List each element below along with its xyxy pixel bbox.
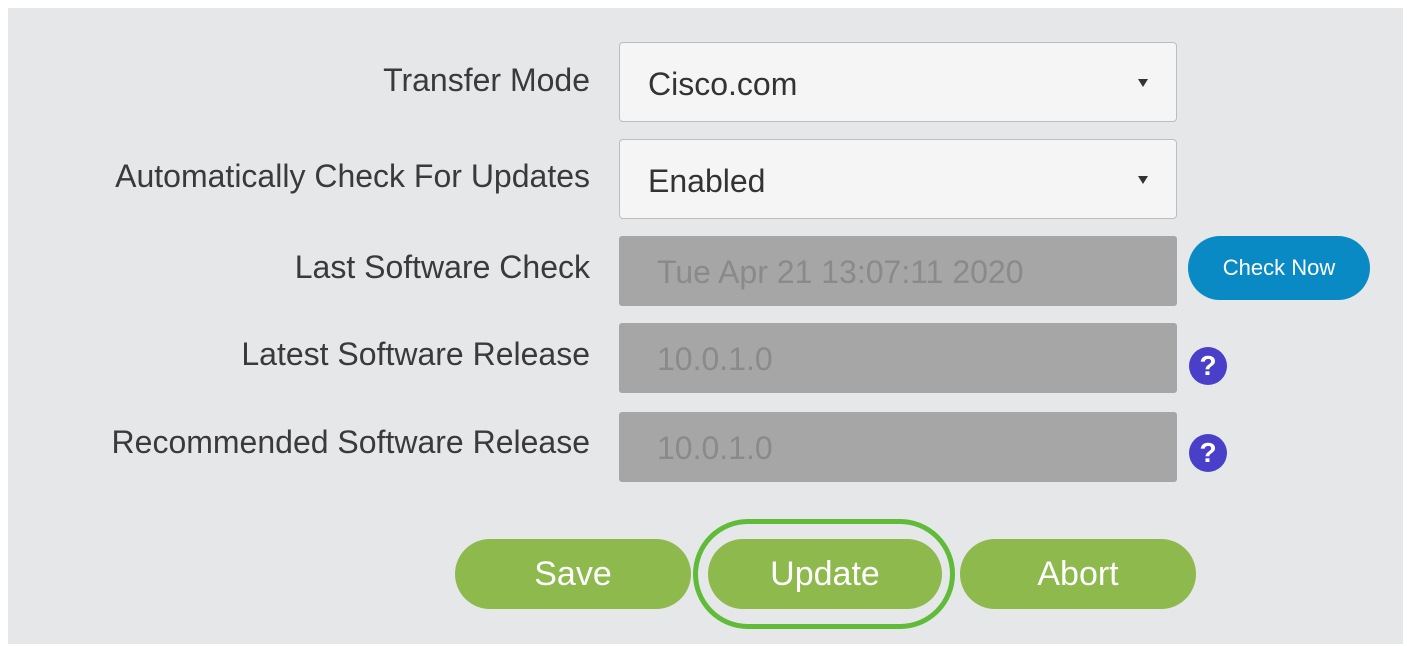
latest-release-field: 10.0.1.0 (619, 323, 1177, 393)
abort-button[interactable]: Abort (960, 539, 1196, 609)
transfer-mode-select[interactable]: Cisco.com (619, 42, 1177, 122)
check-now-button[interactable]: Check Now (1188, 236, 1370, 300)
last-check-label: Last Software Check (294, 249, 590, 285)
latest-release-value: 10.0.1.0 (657, 341, 773, 377)
latest-release-label: Latest Software Release (241, 336, 590, 372)
transfer-mode-value: Cisco.com (648, 66, 798, 102)
caret-down-icon (1138, 79, 1148, 87)
software-update-panel: Transfer Mode Cisco.com Automatically Ch… (8, 8, 1403, 644)
recommended-release-label: Recommended Software Release (111, 424, 590, 460)
last-check-value: Tue Apr 21 13:07:11 2020 (657, 254, 1024, 290)
recommended-release-field: 10.0.1.0 (619, 412, 1177, 482)
auto-check-value: Enabled (648, 163, 766, 199)
last-check-field: Tue Apr 21 13:07:11 2020 (619, 236, 1177, 306)
question-circle-icon[interactable]: ? (1189, 434, 1227, 472)
recommended-release-value: 10.0.1.0 (657, 430, 773, 466)
save-button[interactable]: Save (455, 539, 691, 609)
caret-down-icon (1138, 176, 1148, 184)
update-button[interactable]: Update (708, 539, 942, 609)
auto-check-label: Automatically Check For Updates (115, 158, 590, 194)
transfer-mode-label: Transfer Mode (383, 62, 590, 98)
question-circle-icon[interactable]: ? (1189, 347, 1227, 385)
auto-check-select[interactable]: Enabled (619, 139, 1177, 219)
